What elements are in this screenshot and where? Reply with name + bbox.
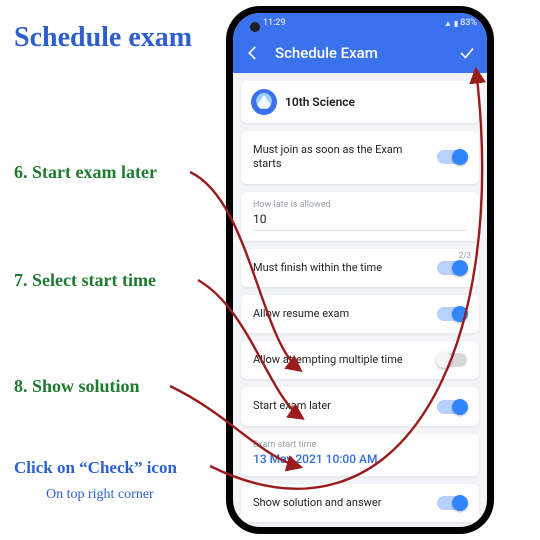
late-allowed-value[interactable]: 10	[253, 212, 467, 231]
class-avatar-icon	[251, 89, 277, 115]
must-finish-switch[interactable]	[437, 261, 467, 275]
class-name: 10th Science	[285, 95, 355, 109]
page-title: Schedule exam	[14, 22, 192, 54]
show-solution-row[interactable]: Show solution and answer	[241, 484, 479, 522]
start-time-label: Exam start time	[253, 440, 467, 450]
phone-screen: 11:29 ▲ ▮ 83% Schedule Exam 10th Science	[233, 13, 487, 527]
phone-frame: 11:29 ▲ ▮ 83% Schedule Exam 10th Science	[226, 6, 494, 534]
camera-notch	[250, 22, 260, 32]
settings-list: 10th Science Must join as soon as the Ex…	[233, 73, 487, 527]
allow-resume-switch[interactable]	[437, 307, 467, 321]
show-solution-switch[interactable]	[437, 496, 467, 510]
allow-multiple-row[interactable]: Allow attempting multiple time	[241, 341, 479, 379]
start-later-switch[interactable]	[437, 400, 467, 414]
start-time-field[interactable]: Exam start time 13 May 2021 10:00 AM	[241, 434, 479, 476]
appbar-title: Schedule Exam	[275, 44, 445, 62]
must-join-label: Must join as soon as the Exam starts	[253, 143, 437, 172]
must-join-switch[interactable]	[437, 150, 467, 164]
late-allowed-label: How late is allowed	[253, 200, 467, 210]
back-button[interactable]	[241, 41, 265, 65]
allow-multiple-switch[interactable]	[437, 353, 467, 367]
late-allowed-field[interactable]: How late is allowed 10	[241, 192, 479, 241]
wifi-icon: ▲	[444, 19, 452, 28]
status-battery: 83%	[460, 18, 477, 28]
must-finish-row[interactable]: 2/3 Must finish within the time	[241, 249, 479, 287]
allow-resume-row[interactable]: Allow resume exam	[241, 295, 479, 333]
step6-label: 6. Start exam later	[14, 162, 157, 183]
signal-icon: ▮	[454, 19, 458, 28]
start-later-label: Start exam later	[253, 399, 437, 413]
step7-label: 7. Select start time	[14, 270, 156, 291]
step8-label: 8. Show solution	[14, 376, 140, 397]
step-check-label: Click on “Check” icon	[14, 458, 177, 478]
allow-resume-label: Allow resume exam	[253, 307, 437, 321]
start-later-row[interactable]: Start exam later	[241, 387, 479, 425]
must-finish-label: Must finish within the time	[253, 261, 437, 275]
allow-multiple-label: Allow attempting multiple time	[253, 353, 437, 367]
step-check-sub: On top right corner	[46, 487, 154, 503]
show-solution-label: Show solution and answer	[253, 496, 437, 510]
must-finish-counter: 2/3	[459, 251, 471, 260]
must-join-row[interactable]: Must join as soon as the Exam starts	[241, 131, 479, 184]
app-bar: Schedule Exam	[233, 33, 487, 73]
class-row[interactable]: 10th Science	[241, 81, 479, 123]
start-time-value[interactable]: 13 May 2021 10:00 AM	[253, 452, 467, 470]
check-button[interactable]	[455, 41, 479, 65]
status-time: 11:29	[263, 18, 285, 28]
status-bar: 11:29 ▲ ▮ 83%	[233, 13, 487, 33]
